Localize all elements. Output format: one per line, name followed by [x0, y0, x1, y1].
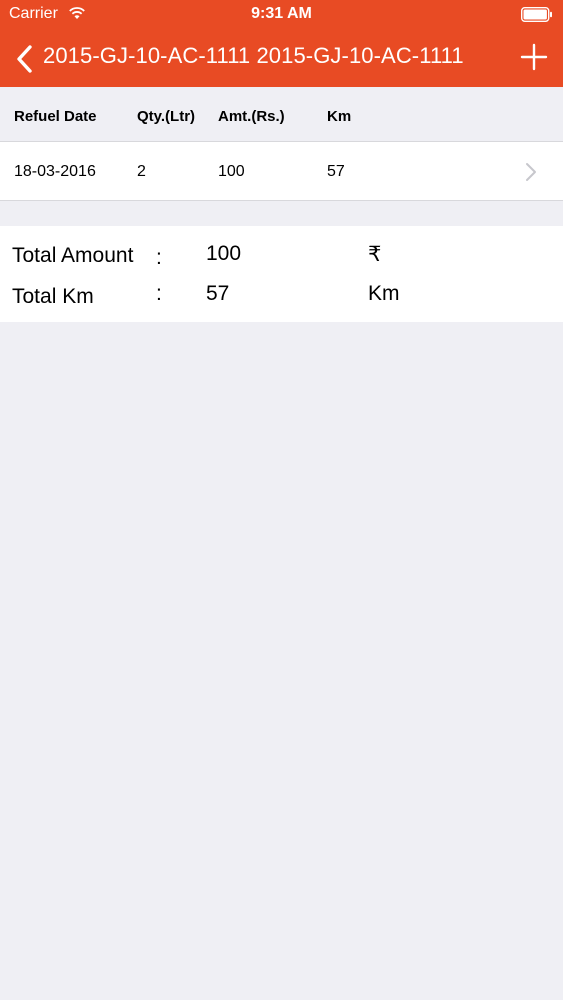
table-row[interactable]: 18-03-2016 2 100 57 — [0, 142, 563, 201]
table-header: Refuel Date Qty.(Ltr) Amt.(Rs.) Km — [0, 87, 563, 142]
cell-refuel-date: 18-03-2016 — [14, 163, 96, 180]
column-header-km: Km — [327, 108, 352, 125]
column-header-amount: Amt.(Rs.) — [218, 108, 285, 125]
total-km-value: 57 — [206, 282, 230, 305]
add-icon[interactable] — [519, 42, 549, 72]
back-chevron-icon[interactable] — [14, 44, 36, 74]
total-km-line: Total Km : 57 Km — [0, 266, 563, 308]
total-km-colon: : — [156, 282, 162, 305]
total-amount-line: Total Amount : 100 ₹ — [0, 226, 563, 269]
cell-km: 57 — [327, 163, 345, 180]
battery-icon — [521, 7, 552, 22]
total-km-label: Total Km — [12, 285, 94, 308]
status-bar: Carrier 9:31 AM — [0, 0, 563, 30]
total-amount-value: 100 — [206, 242, 242, 265]
top-bar: Carrier 9:31 AM 2015-GJ-10-AC-1111 2015-… — [0, 0, 563, 87]
navigation-bar: 2015-GJ-10-AC-1111 2015-GJ-10-AC-1111 — [0, 30, 563, 87]
total-amount-label: Total Amount — [12, 244, 134, 267]
disclosure-chevron-icon — [526, 163, 536, 181]
total-km-unit: Km — [368, 282, 400, 305]
nav-title: 2015-GJ-10-AC-1111 2015-GJ-10-AC-1111 — [43, 43, 464, 68]
summary-panel: Total Amount : 100 ₹ Total Km : 57 Km — [0, 226, 563, 322]
cell-amount: 100 — [218, 163, 245, 180]
cell-qty: 2 — [137, 163, 146, 180]
total-amount-unit: ₹ — [368, 243, 382, 266]
clock: 9:31 AM — [251, 5, 312, 22]
column-header-qty: Qty.(Ltr) — [137, 108, 196, 125]
column-header-refuel-date: Refuel Date — [14, 108, 97, 125]
